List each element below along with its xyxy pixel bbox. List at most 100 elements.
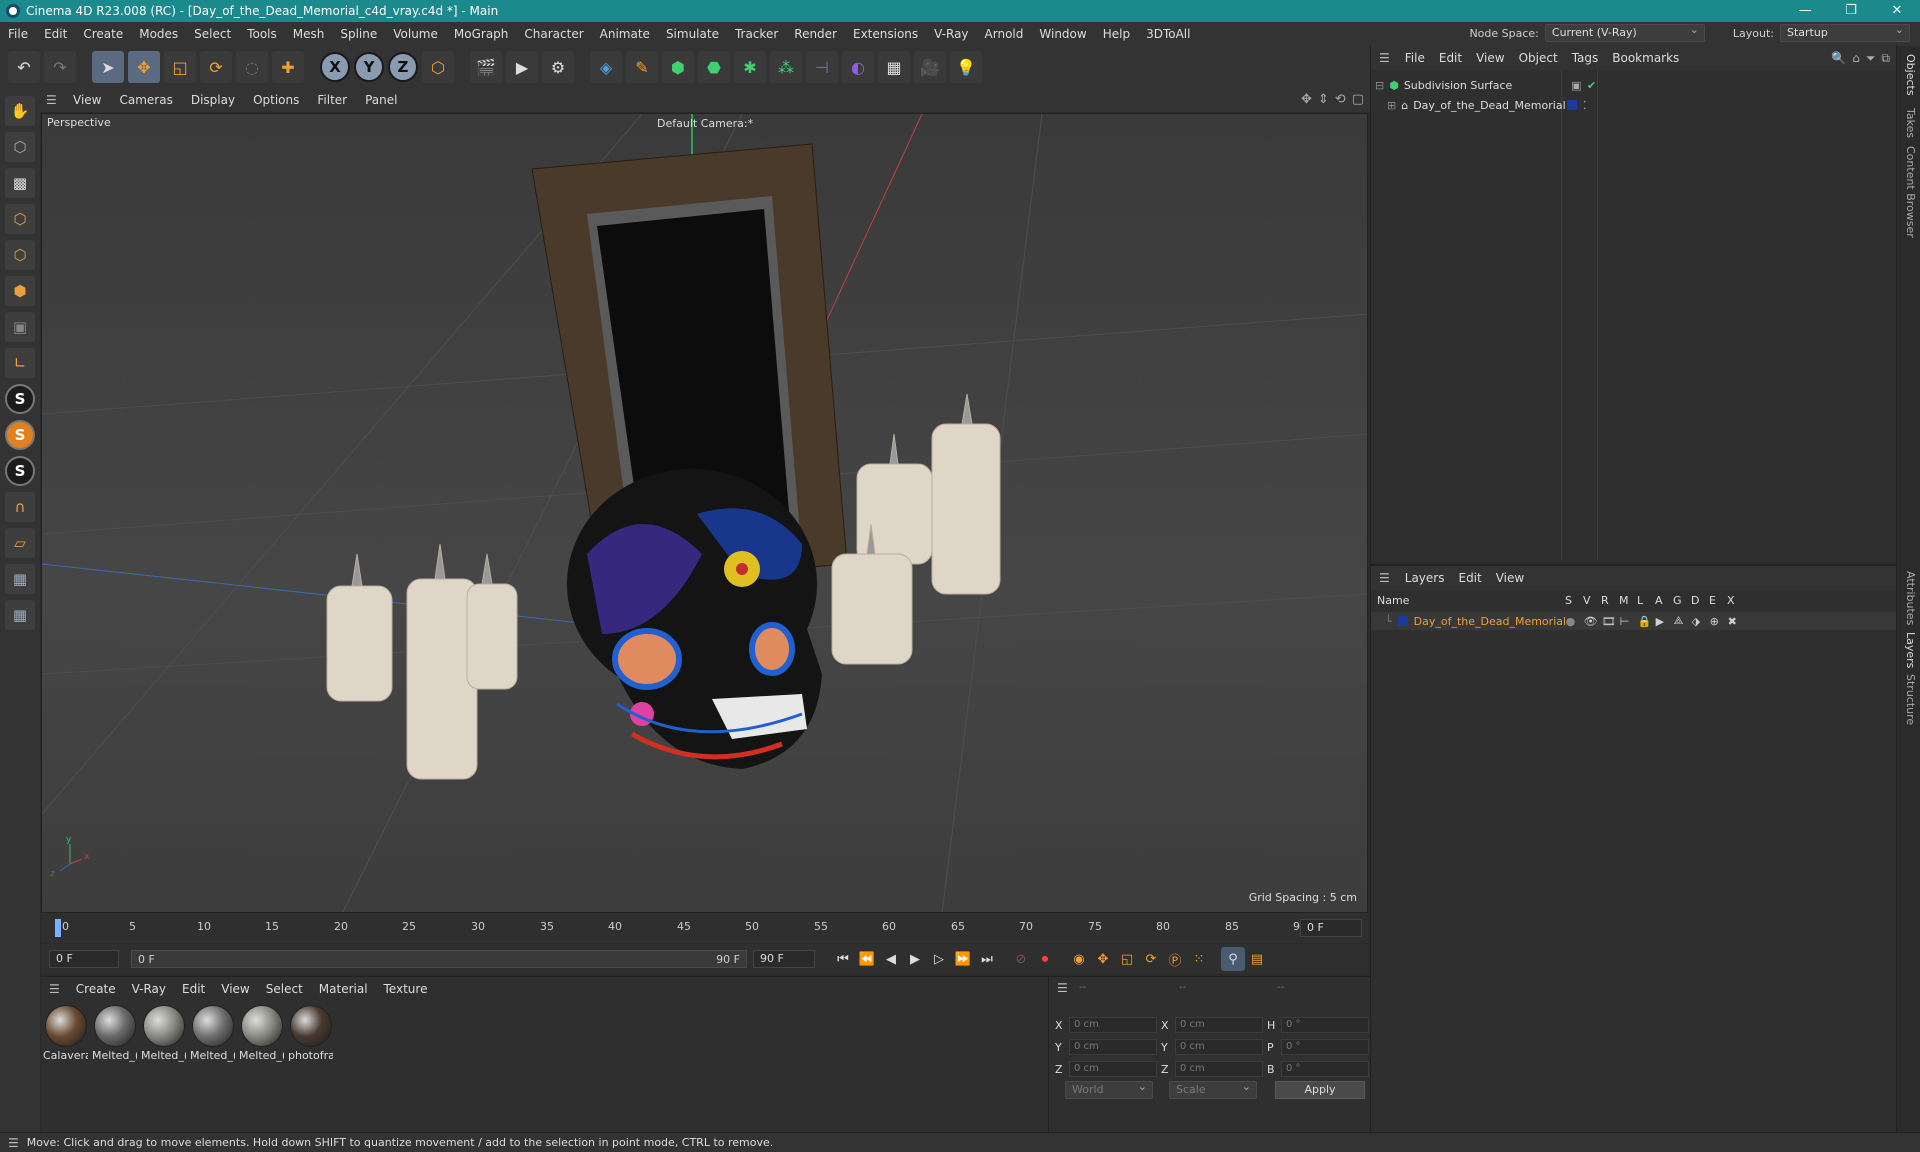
animation-mode-icon[interactable]: ⚲ xyxy=(1221,947,1245,971)
key-point-level-icon[interactable]: ⁙ xyxy=(1187,947,1211,971)
previous-key-icon[interactable]: ⏪ xyxy=(855,947,879,971)
record-icon[interactable]: ⏺ xyxy=(1033,947,1057,971)
record-disabled-icon[interactable]: ⊘ xyxy=(1009,947,1033,971)
tab-layers[interactable]: Layers xyxy=(1904,632,1917,668)
floor-icon[interactable]: ▦ xyxy=(878,51,910,83)
layer-animation-icon[interactable]: ▶ xyxy=(1656,615,1674,628)
key-scale-icon[interactable]: ◱ xyxy=(1115,947,1139,971)
coordinate-system-icon[interactable]: ⬡ xyxy=(422,51,454,83)
object-menu-view[interactable]: View xyxy=(1469,51,1511,65)
layer-col[interactable]: L xyxy=(1637,594,1655,610)
dolly-icon[interactable]: ⇕ xyxy=(1318,92,1329,107)
menu-edit[interactable]: Edit xyxy=(36,27,75,41)
go-to-start-icon[interactable]: ⏮ xyxy=(831,947,855,971)
tab-takes[interactable]: Takes xyxy=(1904,108,1917,138)
timeline-window-icon[interactable]: ▤ xyxy=(1245,947,1269,971)
viewport-camera-label[interactable]: Default Camera:* xyxy=(657,117,753,130)
z-axis-lock-icon[interactable]: Z xyxy=(388,52,418,82)
object-search-icon[interactable]: 🔍 xyxy=(1831,51,1846,65)
viewport-menu-icon[interactable]: ☰ xyxy=(46,93,60,107)
next-frame-icon[interactable]: ▷ xyxy=(927,947,951,971)
layer-col[interactable]: M xyxy=(1619,594,1637,610)
material-swatch[interactable]: Melted_( xyxy=(190,1005,235,1062)
layer-lock-icon[interactable]: 🔒 xyxy=(1638,615,1656,628)
menu-arnold[interactable]: Arnold xyxy=(977,27,1032,41)
material-menu-edit[interactable]: Edit xyxy=(174,982,213,996)
material-swatch[interactable]: Melted_( xyxy=(92,1005,137,1062)
grid-icon[interactable]: ▦ xyxy=(5,564,35,594)
camera-icon[interactable]: 🎥 xyxy=(914,51,946,83)
layer-col-name[interactable]: Name xyxy=(1377,594,1565,610)
timeline-ruler[interactable]: 0 5 10 15 20 25 30 35 40 45 50 55 60 65 … xyxy=(41,913,1368,943)
extrude-generator-icon[interactable]: ⬣ xyxy=(698,51,730,83)
layer-col[interactable]: G xyxy=(1673,594,1691,610)
rotation-h-field[interactable]: 0 ° xyxy=(1281,1017,1369,1033)
layer-row[interactable]: └ Day_of_the_Dead_Memorial ● 👁 🎞 ⊢ 🔒 ▶ ⟁… xyxy=(1371,612,1897,630)
layer-visible-icon[interactable]: 👁 xyxy=(1584,615,1602,628)
minimize-icon[interactable]: — xyxy=(1782,0,1828,22)
viewport-menu-cameras[interactable]: Cameras xyxy=(110,93,181,107)
layout-dropdown[interactable]: Startup xyxy=(1780,22,1910,42)
expand-icon[interactable]: ⊟ xyxy=(1375,79,1384,92)
cloner-icon[interactable]: ✱ xyxy=(734,51,766,83)
size-x-field[interactable]: 0 cm xyxy=(1175,1017,1263,1033)
model-mode-icon[interactable]: ⬡ xyxy=(5,132,35,162)
object-menu-icon[interactable]: ☰ xyxy=(1379,51,1390,65)
visibility-dots-icon[interactable]: ⁚ xyxy=(1583,99,1587,112)
material-swatch[interactable]: Calavera xyxy=(43,1005,88,1062)
apply-button[interactable]: Apply xyxy=(1275,1081,1365,1099)
material-swatch[interactable]: photofra xyxy=(288,1005,333,1062)
edit-visibility-icon[interactable]: ▣ xyxy=(1571,79,1581,92)
spline-pen-icon[interactable]: ✎ xyxy=(626,51,658,83)
layer-col[interactable]: S xyxy=(1565,594,1583,610)
viewport-menu-display[interactable]: Display xyxy=(182,93,244,107)
menu-render[interactable]: Render xyxy=(786,27,845,41)
object-home-icon[interactable]: ⌂ xyxy=(1852,51,1860,65)
menu-select[interactable]: Select xyxy=(186,27,239,41)
polygon-mode-icon[interactable]: ⬢ xyxy=(5,276,35,306)
layer-xref-icon[interactable]: ✖ xyxy=(1728,615,1746,628)
material-menu-icon[interactable]: ☰ xyxy=(49,982,60,996)
object-row-subdivision-surface[interactable]: ⊟ ⬢ Subdivision Surface ▣ ✔ xyxy=(1375,76,1596,94)
keyframe-selection-icon[interactable]: ◉ xyxy=(1067,947,1091,971)
object-menu-tags[interactable]: Tags xyxy=(1565,51,1606,65)
coordinates-menu-icon[interactable]: ☰ xyxy=(1057,981,1068,995)
tab-content-browser[interactable]: Content Browser xyxy=(1904,146,1917,238)
frame-range-slider[interactable]: 0 F 90 F xyxy=(131,950,747,968)
menu-create[interactable]: Create xyxy=(75,27,131,41)
rotate-tool-icon[interactable]: ⟳ xyxy=(200,51,232,83)
menu-character[interactable]: Character xyxy=(516,27,591,41)
object-menu-file[interactable]: File xyxy=(1398,51,1432,65)
playhead[interactable] xyxy=(55,919,61,937)
orbit-icon[interactable]: ⟲ xyxy=(1335,92,1346,107)
light-icon[interactable]: 💡 xyxy=(950,51,982,83)
node-space-dropdown[interactable]: Current (V-Ray) xyxy=(1544,22,1705,42)
layer-col[interactable]: A xyxy=(1655,594,1673,610)
layer-render-icon[interactable]: 🎞 xyxy=(1602,615,1620,628)
quantize-icon[interactable]: S xyxy=(5,456,35,486)
start-frame-field[interactable]: 0 F xyxy=(49,950,119,968)
material-swatch[interactable]: Melted_( xyxy=(239,1005,284,1062)
layer-expression-icon[interactable]: ⊕ xyxy=(1710,615,1728,628)
viewport-menu-view[interactable]: View xyxy=(64,93,110,107)
position-x-field[interactable]: 0 cm xyxy=(1069,1017,1157,1033)
rotation-b-field[interactable]: 0 ° xyxy=(1281,1061,1369,1077)
pan-icon[interactable]: ✥ xyxy=(1301,92,1312,107)
mograph-icon[interactable]: ⁂ xyxy=(770,51,802,83)
menu-file[interactable]: File xyxy=(0,27,36,41)
key-position-icon[interactable]: ✥ xyxy=(1091,947,1115,971)
menu-modes[interactable]: Modes xyxy=(131,27,186,41)
menu-3dtoall[interactable]: 3DToAll xyxy=(1138,27,1198,41)
menu-help[interactable]: Help xyxy=(1095,27,1138,41)
next-key-icon[interactable]: ⏩ xyxy=(951,947,975,971)
subdivision-generator-icon[interactable]: ⬢ xyxy=(662,51,694,83)
layer-menu-edit[interactable]: Edit xyxy=(1451,571,1488,585)
menu-mograph[interactable]: MoGraph xyxy=(446,27,517,41)
object-row-memorial[interactable]: ⊞ ⌂ Day_of_the_Dead_Memorial ⁚ xyxy=(1387,96,1587,114)
viewport-menu-options[interactable]: Options xyxy=(244,93,308,107)
locked-workplane-icon[interactable]: ▦ xyxy=(5,600,35,630)
texture-mode-icon[interactable]: ▩ xyxy=(5,168,35,198)
select-tool-icon[interactable]: ➤ xyxy=(92,51,124,83)
layer-menu-icon[interactable]: ☰ xyxy=(1379,571,1390,585)
tab-objects[interactable]: Objects xyxy=(1904,54,1917,96)
